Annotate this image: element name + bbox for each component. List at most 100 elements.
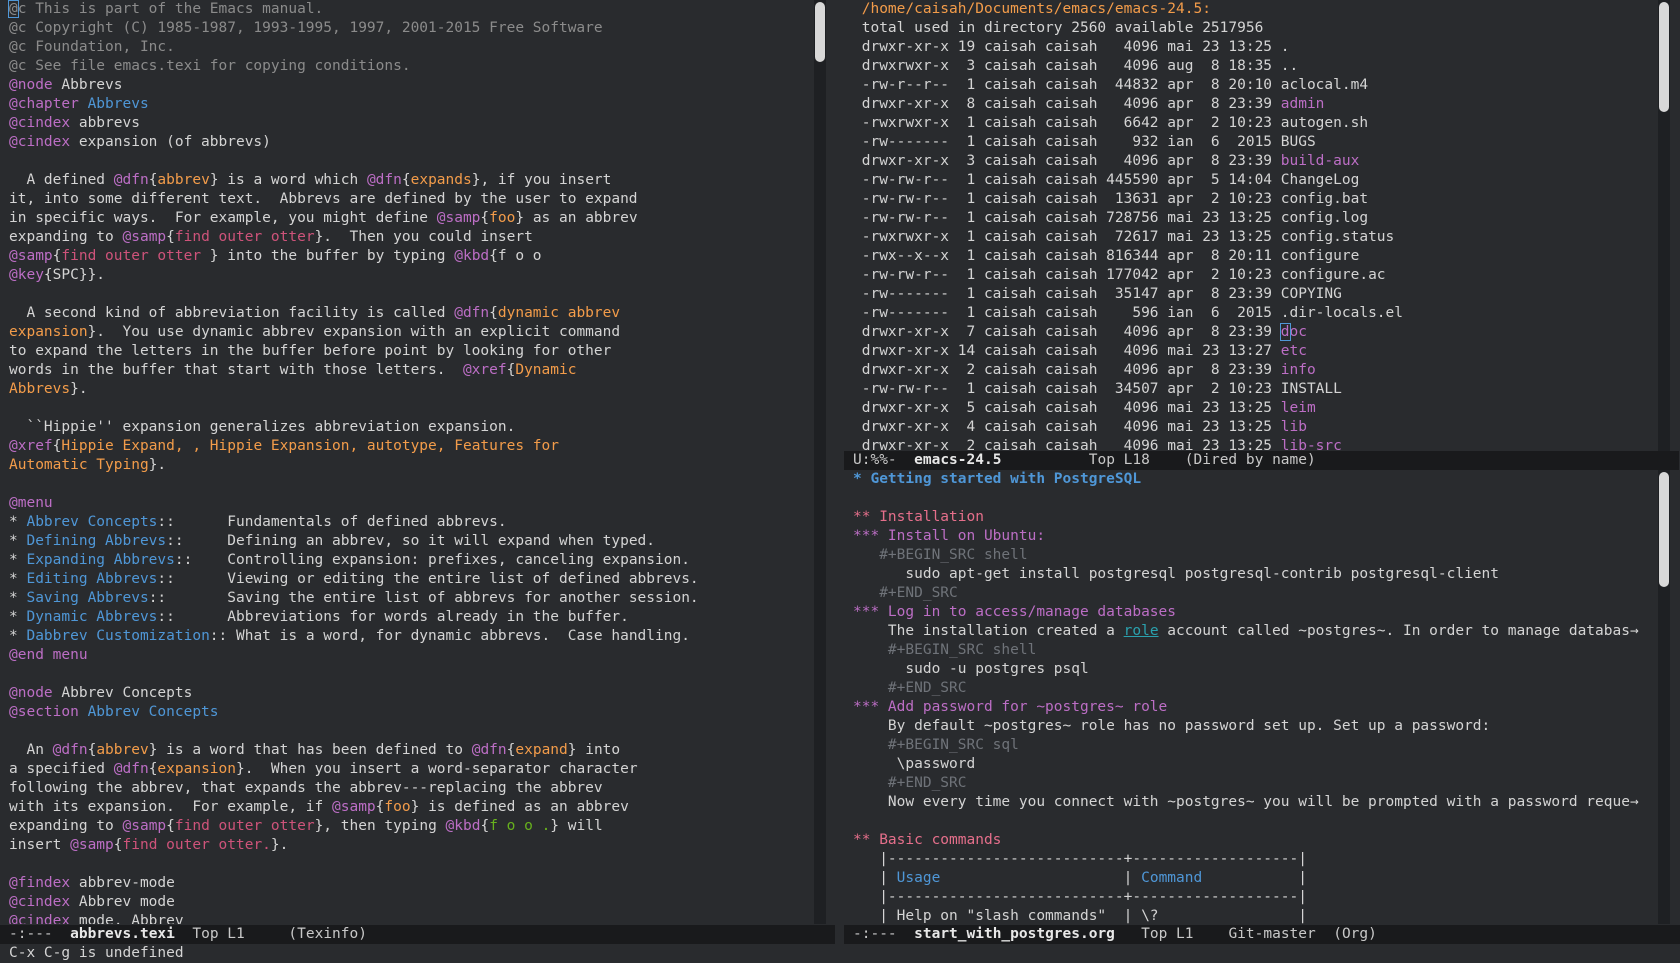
dired-file-name[interactable]: aclocal.m4 — [1281, 77, 1368, 93]
dired-file-name[interactable]: admin — [1281, 96, 1325, 112]
texinfo-line[interactable]: * Dynamic Abbrevs:: Abbreviations for wo… — [9, 608, 699, 627]
dired-file-name[interactable]: config.log — [1281, 210, 1368, 226]
dired-file-row[interactable]: drwxr-xr-x 5 caisah caisah 4096 mai 23 1… — [853, 399, 1403, 418]
texinfo-line[interactable]: * Saving Abbrevs:: Saving the entire lis… — [9, 589, 699, 608]
dired-file-name[interactable]: build-aux — [1281, 153, 1360, 169]
texinfo-line[interactable]: in specific ways. For example, you might… — [9, 209, 699, 228]
dired-file-row[interactable]: drwxr-xr-x 2 caisah caisah 4096 mai 23 1… — [853, 437, 1403, 451]
dired-file-name[interactable]: .. — [1281, 58, 1298, 74]
texinfo-line[interactable] — [9, 285, 699, 304]
org-line[interactable]: *** Install on Ubuntu: — [853, 527, 1639, 546]
dired-file-row[interactable]: drwxr-xr-x 7 caisah caisah 4096 apr 8 23… — [853, 323, 1403, 342]
texinfo-line[interactable]: a specified @dfn{expansion}. When you in… — [9, 760, 699, 779]
modeline-major-mode[interactable]: (Org) — [1333, 926, 1377, 942]
texinfo-line[interactable]: it, into some different text. Abbrevs ar… — [9, 190, 699, 209]
dired-file-name[interactable]: lib — [1281, 419, 1307, 435]
texinfo-line[interactable]: @xref{Hippie Expand, , Hippie Expansion,… — [9, 437, 699, 456]
dired-file-row[interactable]: drwxr-xr-x 14 caisah caisah 4096 mai 23 … — [853, 342, 1403, 361]
dired-file-name[interactable]: autogen.sh — [1281, 115, 1368, 131]
dired-file-row[interactable]: drwxr-xr-x 3 caisah caisah 4096 apr 8 23… — [853, 152, 1403, 171]
texinfo-line[interactable]: @cindex mode, Abbrev — [9, 912, 699, 924]
texinfo-line[interactable] — [9, 152, 699, 171]
texinfo-line[interactable]: * Dabbrev Customization:: What is a word… — [9, 627, 699, 646]
texinfo-line[interactable]: @key{SPC}}. — [9, 266, 699, 285]
dired-header-path[interactable]: /home/caisah/Documents/emacs/emacs-24.5: — [853, 0, 1403, 19]
dired-file-row[interactable]: -rw-rw-r-- 1 caisah caisah 445590 apr 5 … — [853, 171, 1403, 190]
org-line[interactable]: Now every time you connect with ~postgre… — [853, 793, 1639, 812]
dired-buffer-text[interactable]: /home/caisah/Documents/emacs/emacs-24.5:… — [853, 0, 1403, 451]
modeline-buffer-name[interactable]: start_with_postgres.org — [914, 926, 1115, 942]
texinfo-line[interactable]: @section Abbrev Concepts — [9, 703, 699, 722]
texinfo-line[interactable]: expanding to @samp{find outer otter}. Th… — [9, 228, 699, 247]
texinfo-line[interactable]: expanding to @samp{find outer otter}, th… — [9, 817, 699, 836]
texinfo-line[interactable]: Automatic Typing}. — [9, 456, 699, 475]
dired-file-name[interactable]: .dir-locals.el — [1281, 305, 1403, 321]
org-scrollbar-thumb[interactable] — [1659, 472, 1669, 587]
org-line[interactable]: ** Basic commands — [853, 831, 1639, 850]
dired-file-row[interactable]: drwxr-xr-x 19 caisah caisah 4096 mai 23 … — [853, 38, 1403, 57]
dired-file-row[interactable]: -rw-rw-r-- 1 caisah caisah 728756 mai 23… — [853, 209, 1403, 228]
dired-file-row[interactable]: drwxr-xr-x 4 caisah caisah 4096 mai 23 1… — [853, 418, 1403, 437]
texinfo-line[interactable]: @chapter Abbrevs — [9, 95, 699, 114]
texinfo-line[interactable]: * Abbrev Concepts:: Fundamentals of defi… — [9, 513, 699, 532]
dired-file-row[interactable]: -rw------- 1 caisah caisah 35147 apr 8 2… — [853, 285, 1403, 304]
texinfo-line[interactable]: @c Copyright (C) 1985-1987, 1993-1995, 1… — [9, 19, 699, 38]
dired-file-row[interactable]: drwxrwxr-x 3 caisah caisah 4096 aug 8 18… — [853, 57, 1403, 76]
texinfo-line[interactable]: words in the buffer that start with thos… — [9, 361, 699, 380]
dired-file-row[interactable]: drwxr-xr-x 2 caisah caisah 4096 apr 8 23… — [853, 361, 1403, 380]
org-line[interactable]: sudo -u postgres psql — [853, 660, 1639, 679]
texinfo-buffer-text[interactable]: @c This is part of the Emacs manual. @c C… — [8, 0, 699, 924]
org-line[interactable]: #+BEGIN_SRC sql — [853, 736, 1639, 755]
dired-file-row[interactable]: -rw-r--r-- 1 caisah caisah 44832 apr 8 2… — [853, 76, 1403, 95]
modeline-vc-branch[interactable]: Git-master — [1228, 926, 1315, 942]
texinfo-editor-pane[interactable]: @c This is part of the Emacs manual. @c C… — [0, 0, 826, 924]
org-line[interactable] — [853, 812, 1639, 831]
dired-file-row[interactable]: -rw------- 1 caisah caisah 596 ian 6 201… — [853, 304, 1403, 323]
org-line[interactable]: *** Log in to access/manage databases — [853, 603, 1639, 622]
org-line[interactable]: The installation created a role account … — [853, 622, 1639, 641]
org-line[interactable]: |---------------------------+-----------… — [853, 888, 1639, 907]
texinfo-line[interactable]: @c Foundation, Inc. — [9, 38, 699, 57]
texinfo-line[interactable]: * Defining Abbrevs:: Defining an abbrev,… — [9, 532, 699, 551]
texinfo-line[interactable]: @c See file emacs.texi for copying condi… — [9, 57, 699, 76]
texinfo-line[interactable]: A second kind of abbreviation facility i… — [9, 304, 699, 323]
dired-file-row[interactable]: -rw-rw-r-- 1 caisah caisah 34507 apr 2 1… — [853, 380, 1403, 399]
org-line[interactable]: #+BEGIN_SRC shell — [853, 641, 1639, 660]
dired-file-name[interactable]: BUGS — [1281, 134, 1316, 150]
left-scrollbar-thumb[interactable] — [815, 2, 825, 62]
texinfo-line[interactable]: with its expansion. For example, if @sam… — [9, 798, 699, 817]
texinfo-line[interactable]: @samp{find outer otter } into the buffer… — [9, 247, 699, 266]
dired-file-name[interactable]: etc — [1281, 343, 1307, 359]
texinfo-line[interactable]: to expand the letters in the buffer befo… — [9, 342, 699, 361]
dired-file-name[interactable]: INSTALL — [1281, 381, 1342, 397]
dired-file-row[interactable]: -rw-rw-r-- 1 caisah caisah 177042 apr 2 … — [853, 266, 1403, 285]
texinfo-line[interactable]: An @dfn{abbrev} is a word that has been … — [9, 741, 699, 760]
dired-file-name[interactable]: configure.ac — [1281, 267, 1386, 283]
texinfo-line[interactable]: @cindex abbrevs — [9, 114, 699, 133]
texinfo-line[interactable] — [9, 722, 699, 741]
org-line[interactable]: By default ~postgres~ role has no passwo… — [853, 717, 1639, 736]
org-line[interactable]: | Usage | Command | — [853, 869, 1639, 888]
dired-file-row[interactable]: -rwx--x--x 1 caisah caisah 816344 apr 8 … — [853, 247, 1403, 266]
org-line[interactable]: |---------------------------+-----------… — [853, 850, 1639, 869]
modeline-buffer-name[interactable]: emacs-24.5 — [914, 452, 1001, 468]
dired-file-row[interactable]: -rw------- 1 caisah caisah 932 ian 6 201… — [853, 133, 1403, 152]
texinfo-line[interactable]: @cindex expansion (of abbrevs) — [9, 133, 699, 152]
texinfo-line[interactable]: * Editing Abbrevs:: Viewing or editing t… — [9, 570, 699, 589]
dired-file-name[interactable]: config.bat — [1281, 191, 1368, 207]
org-line[interactable] — [853, 489, 1639, 508]
texinfo-line[interactable]: following the abbrev, that expands the a… — [9, 779, 699, 798]
modeline-buffer-name[interactable]: abbrevs.texi — [70, 926, 175, 942]
left-scrollbar[interactable] — [814, 0, 826, 924]
org-line[interactable]: #+BEGIN_SRC shell — [853, 546, 1639, 565]
texinfo-line[interactable]: @node Abbrevs — [9, 76, 699, 95]
org-line[interactable]: ** Installation — [853, 508, 1639, 527]
texinfo-line[interactable] — [9, 665, 699, 684]
texinfo-line[interactable]: expansion}. You use dynamic abbrev expan… — [9, 323, 699, 342]
texinfo-line[interactable] — [9, 855, 699, 874]
texinfo-line[interactable]: * Expanding Abbrevs:: Controlling expans… — [9, 551, 699, 570]
dired-file-row[interactable]: -rwxrwxr-x 1 caisah caisah 72617 mai 23 … — [853, 228, 1403, 247]
org-line[interactable]: | Help on "slash commands" | \? | — [853, 907, 1639, 924]
dired-scrollbar-thumb[interactable] — [1659, 2, 1669, 112]
window-divider[interactable] — [826, 0, 844, 925]
